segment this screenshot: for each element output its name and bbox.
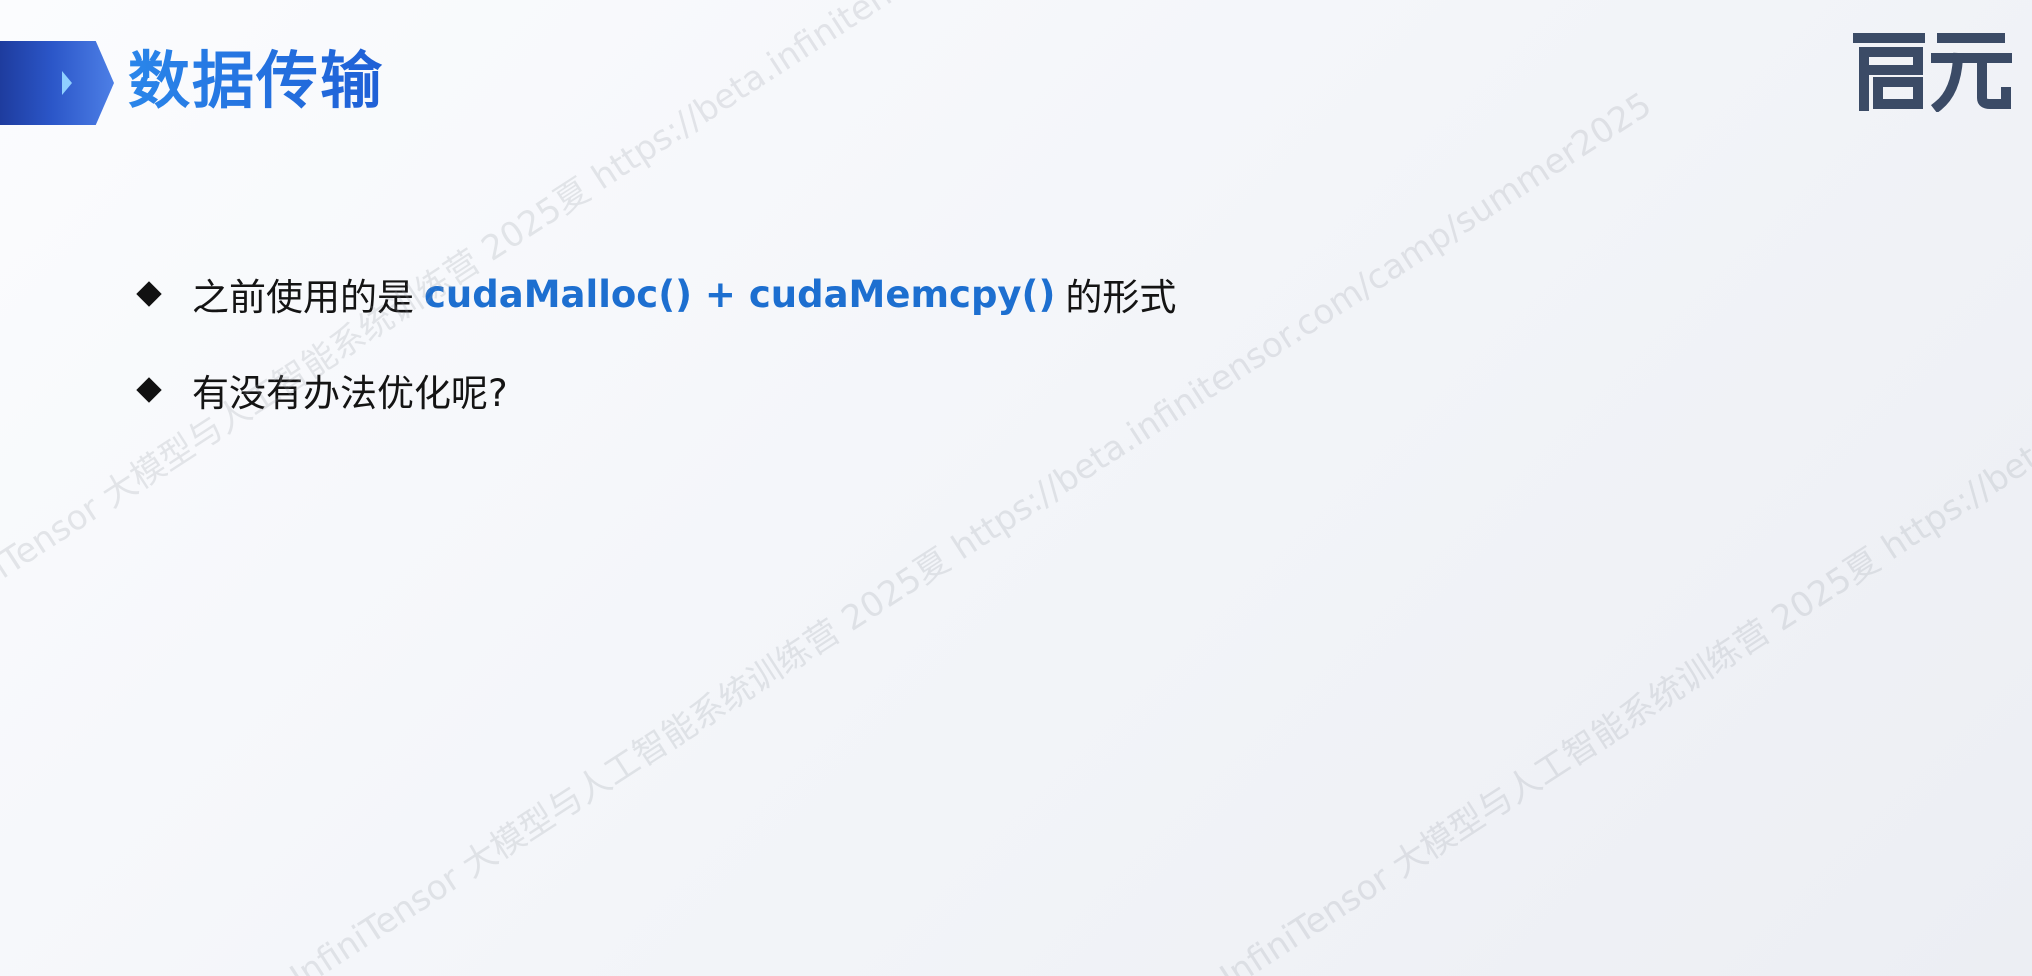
bullet-item: 之前使用的是 cudaMalloc() + cudaMemcpy() 的形式 bbox=[132, 266, 1176, 322]
watermark-text: InfiniTensor 大模型与人工智能系统训练营 2025夏 https:/… bbox=[283, 85, 1659, 976]
chevron-right-icon bbox=[62, 71, 72, 95]
bullet-list: 之前使用的是 cudaMalloc() + cudaMemcpy() 的形式 有… bbox=[132, 266, 1176, 458]
bullet-item: 有没有办法优化呢? bbox=[132, 362, 1176, 418]
page-title: 数据传输 bbox=[128, 36, 384, 126]
bullet-text: 的形式 bbox=[1065, 276, 1177, 319]
bullet-text: 有没有办法优化呢? bbox=[192, 372, 508, 415]
watermark: InfiniTensor 大模型与人工智能系统训练营 2025夏 https:/… bbox=[0, 0, 2032, 976]
title-arrow-icon bbox=[0, 41, 114, 125]
code-snippet: cudaMalloc() + cudaMemcpy() bbox=[424, 272, 1056, 316]
diamond-bullet-icon bbox=[136, 281, 162, 307]
watermark-text: InfiniTensor 大模型与人工智能系统训练营 2025夏 https:/… bbox=[1213, 85, 2032, 976]
qiyuan-logo-icon: 启元 bbox=[1853, 33, 2012, 112]
diamond-bullet-icon bbox=[136, 377, 162, 403]
bullet-text: 之前使用的是 bbox=[192, 276, 414, 319]
